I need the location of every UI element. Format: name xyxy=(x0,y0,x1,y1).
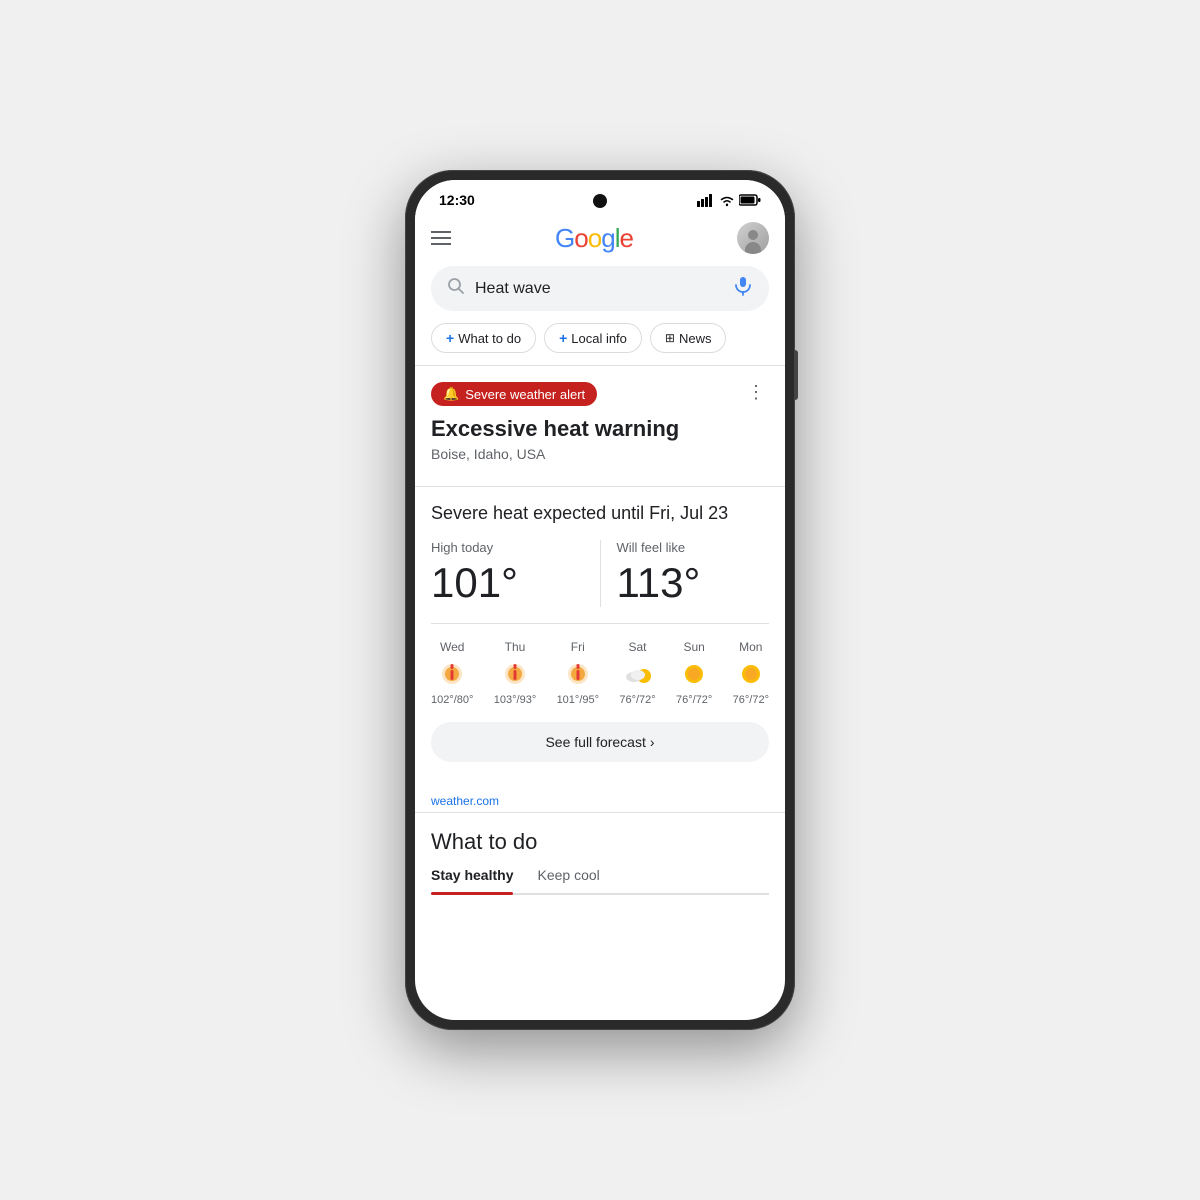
logo-g2: g xyxy=(601,223,614,254)
feels-like-value: 113° xyxy=(617,559,770,607)
day-thu-name: Thu xyxy=(505,640,526,654)
phone-device: 12:30 xyxy=(405,170,795,1030)
tab-stay-healthy-label: Stay healthy xyxy=(431,867,513,883)
logo-o2: o xyxy=(588,223,601,254)
chip-plus-2: + xyxy=(559,330,567,346)
chip-what-to-do[interactable]: + What to do xyxy=(431,323,536,353)
forecast-card: Severe heat expected until Fri, Jul 23 H… xyxy=(415,487,785,778)
volume-button xyxy=(794,350,798,400)
phone-screen: 12:30 xyxy=(415,180,785,1020)
see-full-forecast-button[interactable]: See full forecast › xyxy=(431,722,769,762)
tab-keep-cool[interactable]: Keep cool xyxy=(537,867,599,893)
warning-location: Boise, Idaho, USA xyxy=(431,446,679,462)
high-today-section: High today 101° xyxy=(431,540,601,607)
day-sat-temps: 76°/72° xyxy=(619,694,655,706)
more-options-button[interactable]: ⋮ xyxy=(743,382,769,403)
signal-icon xyxy=(697,194,715,207)
alert-badge-text: Severe weather alert xyxy=(465,387,585,402)
day-mon: Mon 76°/72° xyxy=(733,640,769,706)
avatar-person xyxy=(743,230,763,254)
day-mon-name: Mon xyxy=(739,640,762,654)
alert-info: 🔔 Severe weather alert Excessive heat wa… xyxy=(431,382,679,462)
feels-like-label: Will feel like xyxy=(617,540,770,555)
day-mon-temps: 76°/72° xyxy=(733,694,769,706)
avatar-body xyxy=(745,242,761,254)
what-to-do-tabs: Stay healthy Keep cool xyxy=(431,867,769,895)
app-header: G o o g l e xyxy=(415,212,785,262)
news-chip-icon: ⊞ xyxy=(665,331,675,345)
logo-o1: o xyxy=(574,223,587,254)
forecast-headline: Severe heat expected until Fri, Jul 23 xyxy=(431,503,769,524)
google-logo: G o o g l e xyxy=(555,223,633,254)
chip-local-info[interactable]: + Local info xyxy=(544,323,642,353)
menu-button[interactable] xyxy=(431,231,451,245)
high-today-value: 101° xyxy=(431,559,584,607)
filter-chips: + What to do + Local info ⊞ News xyxy=(415,323,785,365)
day-thu: Thu 103°/93° xyxy=(494,640,536,706)
day-mon-icon xyxy=(737,658,765,690)
day-fri-name: Fri xyxy=(571,640,585,654)
day-wed-temps: 102°/80° xyxy=(431,694,473,706)
mic-icon[interactable] xyxy=(733,276,753,301)
warning-title: Excessive heat warning xyxy=(431,416,679,442)
day-fri-icon xyxy=(564,658,592,690)
day-sun-name: Sun xyxy=(683,640,704,654)
alert-card: 🔔 Severe weather alert Excessive heat wa… xyxy=(415,366,785,478)
day-wed-name: Wed xyxy=(440,640,464,654)
avatar-image xyxy=(737,222,769,254)
search-bar[interactable]: Heat wave xyxy=(431,266,769,311)
chip-label-3: News xyxy=(679,331,712,346)
alert-bell-icon: 🔔 xyxy=(443,386,459,402)
high-today-label: High today xyxy=(431,540,584,555)
logo-g: G xyxy=(555,223,574,254)
search-icon xyxy=(447,277,465,300)
day-sun-icon xyxy=(680,658,708,690)
status-bar: 12:30 xyxy=(415,180,785,212)
avatar-head xyxy=(748,230,758,240)
chip-news[interactable]: ⊞ News xyxy=(650,323,727,353)
source-label: weather.com xyxy=(431,794,499,808)
day-sat-icon xyxy=(624,658,652,690)
logo-e: e xyxy=(619,223,632,254)
search-query: Heat wave xyxy=(475,280,723,298)
what-to-do-section: What to do Stay healthy Keep cool xyxy=(415,813,785,895)
forecast-btn-label: See full forecast xyxy=(545,734,645,750)
day-sat: Sat 76°/72° xyxy=(619,640,655,706)
day-wed: Wed 102°/80° xyxy=(431,640,473,706)
wifi-icon xyxy=(719,194,735,207)
tab-stay-healthy[interactable]: Stay healthy xyxy=(431,867,513,893)
chip-label-2: Local info xyxy=(571,331,627,346)
main-scroll[interactable]: G o o g l e xyxy=(415,212,785,1020)
camera-notch xyxy=(593,194,607,208)
user-avatar[interactable] xyxy=(737,222,769,254)
what-to-do-title: What to do xyxy=(431,829,769,855)
alert-badge: 🔔 Severe weather alert xyxy=(431,382,597,406)
alert-card-header: 🔔 Severe weather alert Excessive heat wa… xyxy=(431,382,769,462)
chevron-right-icon: › xyxy=(650,734,655,750)
day-fri-temps: 101°/95° xyxy=(557,694,599,706)
day-fri: Fri 101°/95° xyxy=(557,640,599,706)
day-sun: Sun 76°/72° xyxy=(676,640,712,706)
daily-forecast: Wed 102°/80° Thu xyxy=(431,640,769,706)
tab-keep-cool-label: Keep cool xyxy=(537,867,599,883)
status-time: 12:30 xyxy=(439,192,475,208)
source-attribution[interactable]: weather.com xyxy=(415,786,785,812)
day-thu-icon xyxy=(501,658,529,690)
feels-like-section: Will feel like 113° xyxy=(601,540,770,607)
chip-plus-1: + xyxy=(446,330,454,346)
day-wed-icon xyxy=(438,658,466,690)
day-sun-temps: 76°/72° xyxy=(676,694,712,706)
status-icons xyxy=(697,194,761,207)
temperature-row: High today 101° Will feel like 113° xyxy=(431,540,769,624)
battery-icon xyxy=(739,194,761,206)
chip-label-1: What to do xyxy=(458,331,521,346)
day-thu-temps: 103°/93° xyxy=(494,694,536,706)
day-sat-name: Sat xyxy=(629,640,647,654)
